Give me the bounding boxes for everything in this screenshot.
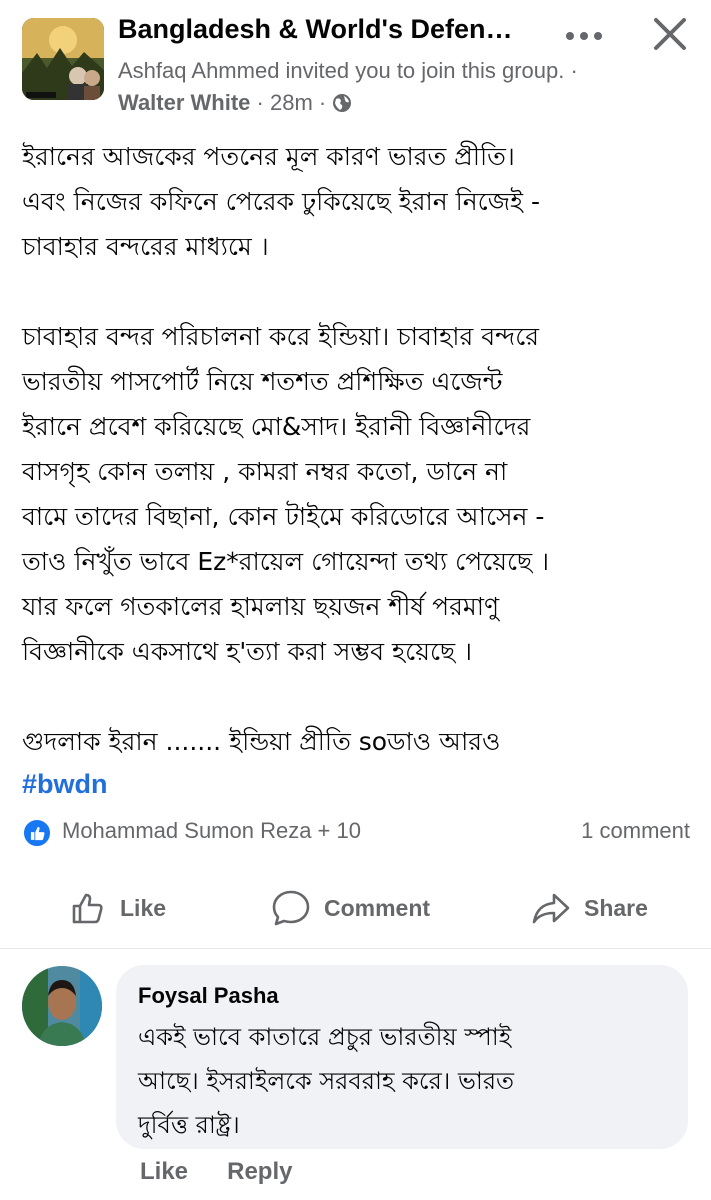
meta-separator: · <box>256 90 264 115</box>
commenter-avatar[interactable] <box>22 966 102 1046</box>
group-avatar[interactable] <box>22 18 104 100</box>
close-icon[interactable] <box>650 14 690 54</box>
reaction-summary: Mohammad Sumon Reza + 10 1 comment <box>22 812 690 852</box>
section-divider <box>0 948 711 949</box>
post-time[interactable]: 28m <box>270 90 313 115</box>
comment-button-label: Comment <box>324 894 431 921</box>
comment-button[interactable]: Comment <box>270 880 430 936</box>
share-button[interactable]: Share <box>530 880 648 936</box>
post-header: Bangladesh & World's Defen… Ashfaq Ahmme… <box>0 0 711 120</box>
post-meta: Ashfaq Ahmmed invited you to join this g… <box>118 55 588 119</box>
post-paragraph: ইরানের আজকের পতনের মূল কারণ ভারত প্রীতি।… <box>22 142 541 261</box>
post-paragraph: গুদলাক ইরান ....... ইন্ডিয়া প্রীতি soডা… <box>22 727 501 756</box>
invite-text: Ashfaq Ahmmed invited you to join this g… <box>118 58 565 83</box>
share-button-label: Share <box>584 894 648 921</box>
post-actions: Like Comment Share <box>0 880 711 936</box>
like-button-label: Like <box>120 894 167 921</box>
post-paragraph: চাবাহার বন্দর পরিচালনা করে ইন্ডিয়া। চাব… <box>22 322 550 666</box>
comment-count[interactable]: 1 comment <box>581 818 690 844</box>
comment-actions: Like Reply <box>140 1158 326 1198</box>
group-title[interactable]: Bangladesh & World's Defen… <box>118 14 548 45</box>
comment-bubble-icon <box>272 890 310 926</box>
comment-like-button[interactable]: Like <box>140 1158 188 1185</box>
globe-icon <box>333 94 352 112</box>
post-body: ইরানের আজকের পতনের মূল কারণ ভারত প্রীতি।… <box>22 134 698 804</box>
more-horizontal-icon[interactable] <box>562 24 606 48</box>
meta-separator: · <box>318 90 327 115</box>
thumbs-up-icon <box>72 893 103 924</box>
reactor-names[interactable]: Mohammad Sumon Reza + 10 <box>62 818 361 844</box>
post-author[interactable]: Walter White <box>118 90 250 115</box>
commenter-avatar-image <box>22 966 102 1046</box>
like-button[interactable]: Like <box>68 880 166 936</box>
comment-reply-button[interactable]: Reply <box>227 1158 292 1185</box>
group-avatar-image <box>22 18 104 100</box>
hashtag-link[interactable]: #bwdn <box>22 764 698 804</box>
share-arrow-icon <box>532 893 570 924</box>
like-reaction-icon[interactable] <box>22 818 52 848</box>
meta-separator: · <box>570 58 578 83</box>
comment-text: একই ভাবে কাতারে প্রচুর ভারতীয় স্পাই আছে… <box>138 1023 515 1139</box>
comment-bubble: Foysal Pasha একই ভাবে কাতারে প্রচুর ভারত… <box>116 965 688 1149</box>
commenter-name[interactable]: Foysal Pasha <box>138 979 666 1013</box>
